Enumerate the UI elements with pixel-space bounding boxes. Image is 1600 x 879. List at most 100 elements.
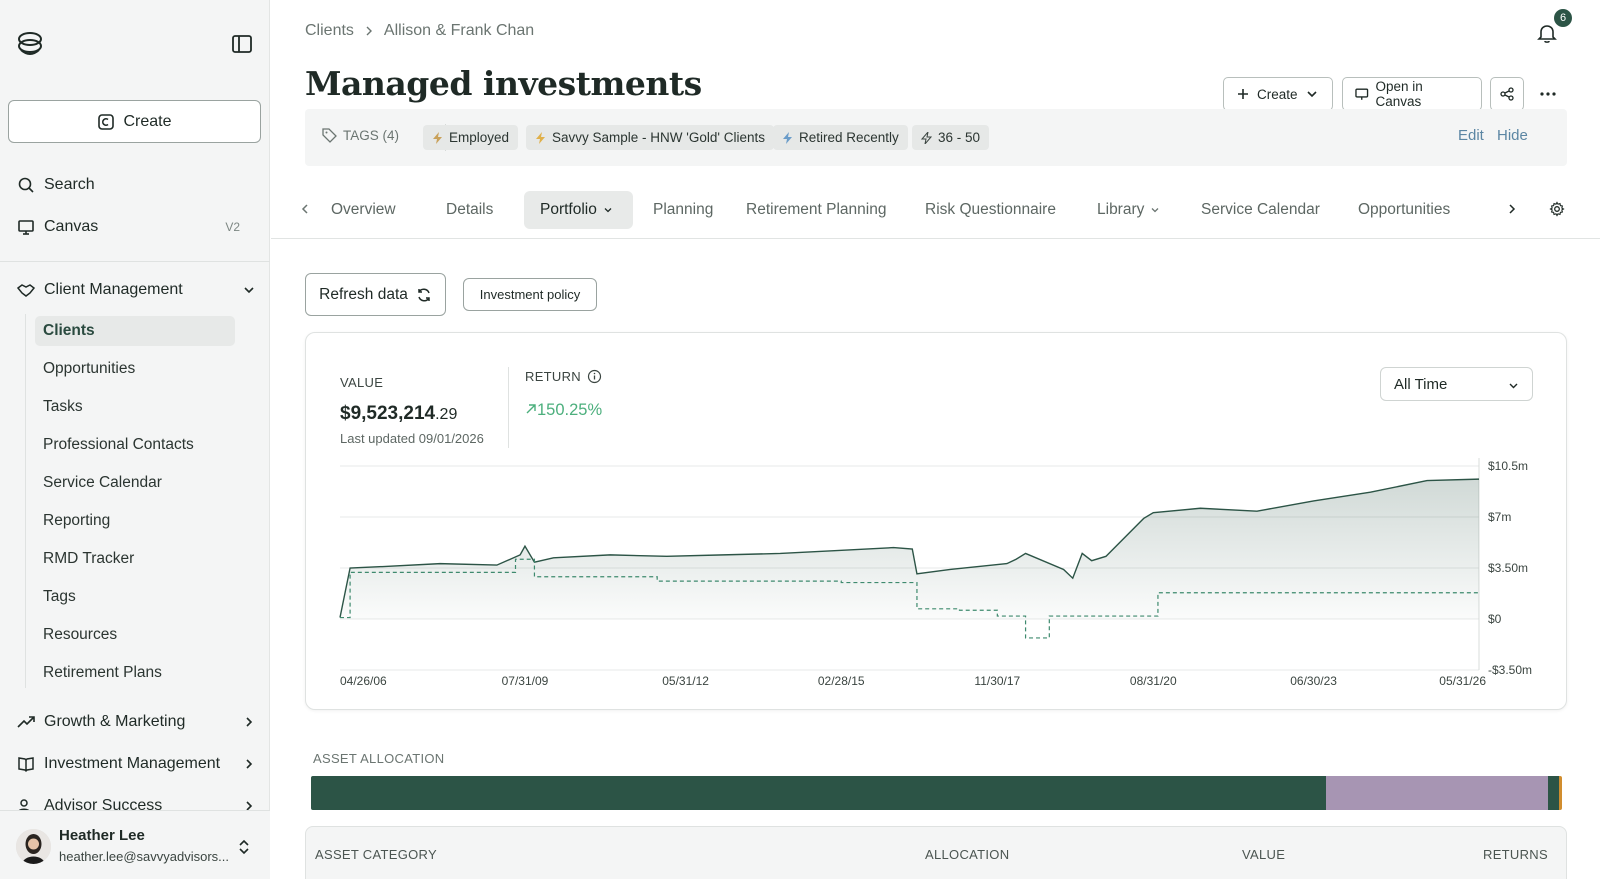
- tab-opportunities[interactable]: Opportunities: [1342, 191, 1466, 229]
- y-tick-label: -$3.50m: [1488, 663, 1532, 677]
- tag-age-range[interactable]: 36 - 50: [912, 125, 990, 150]
- version-badge: V2: [225, 220, 240, 234]
- asset-table: ASSET CATEGORY ALLOCATION VALUE RETURNS: [305, 826, 1567, 879]
- tab-risk-questionnaire[interactable]: Risk Questionnaire: [909, 191, 1072, 229]
- more-options-icon[interactable]: [1539, 86, 1557, 102]
- column-header-allocation[interactable]: ALLOCATION: [925, 847, 1009, 862]
- breadcrumb-client-name[interactable]: Allison & Frank Chan: [384, 22, 534, 40]
- bell-icon[interactable]: [1536, 22, 1558, 44]
- tab-portfolio[interactable]: Portfolio: [524, 191, 633, 229]
- allocation-segment[interactable]: [311, 776, 1326, 810]
- create-button[interactable]: Create: [1223, 77, 1333, 111]
- sidebar-item-clients[interactable]: Clients: [35, 316, 235, 346]
- sidebar-item-resources[interactable]: Resources: [35, 620, 235, 650]
- tag-employed[interactable]: Employed: [423, 125, 519, 150]
- sidebar-toggle-icon[interactable]: [231, 33, 253, 55]
- y-tick-label: $7m: [1488, 510, 1511, 524]
- tab-library[interactable]: Library: [1081, 191, 1176, 229]
- tags-label: TAGS (4): [322, 128, 399, 143]
- tag-label: Savvy Sample - HNW 'Gold' Clients: [552, 130, 765, 145]
- sidebar-item-reporting[interactable]: Reporting: [35, 506, 235, 536]
- column-header-value[interactable]: VALUE: [1242, 847, 1285, 862]
- section-client-management[interactable]: Client Management: [17, 273, 257, 307]
- avatar: [16, 829, 51, 864]
- sidebar-divider: [0, 261, 270, 262]
- tabs-scroll-right-icon[interactable]: [1505, 202, 1519, 216]
- sidebar-create-button[interactable]: Create: [8, 100, 261, 143]
- open-in-canvas-button[interactable]: Open in Canvas: [1342, 77, 1482, 111]
- tab-retirement-planning[interactable]: Retirement Planning: [730, 191, 902, 229]
- tabs-scroll-left-icon[interactable]: [298, 202, 312, 216]
- sidebar-item-professional-contacts[interactable]: Professional Contacts: [35, 430, 235, 460]
- user-email: heather.lee@savvyadvisors...: [59, 849, 230, 864]
- section-growth-marketing[interactable]: Growth & Marketing: [17, 705, 257, 739]
- user-profile[interactable]: Heather Lee heather.lee@savvyadvisors...: [0, 810, 270, 879]
- sidebar-item-label: Search: [44, 176, 95, 193]
- refresh-data-label: Refresh data: [319, 285, 408, 303]
- tab-planning[interactable]: Planning: [637, 191, 729, 229]
- page-title: Managed investments: [305, 64, 702, 103]
- sidebar-item-label: Canvas: [44, 218, 99, 235]
- y-tick-label: $3.50m: [1488, 561, 1528, 575]
- sidebar-item-tasks[interactable]: Tasks: [35, 392, 235, 422]
- x-tick-label: 06/30/23: [1290, 674, 1337, 688]
- sidebar-item-opportunities[interactable]: Opportunities: [35, 354, 235, 384]
- chevron-up-down-icon[interactable]: [236, 838, 252, 856]
- tab-label: Portfolio: [540, 201, 597, 218]
- chevron-right-icon: [366, 26, 372, 36]
- chevron-down-icon: [1306, 91, 1317, 98]
- y-tick-label: $10.5m: [1488, 459, 1528, 473]
- user-name: Heather Lee: [59, 827, 145, 844]
- section-investment-management[interactable]: Investment Management: [17, 747, 257, 781]
- sidebar-item-canvas[interactable]: Canvas V2: [17, 210, 257, 244]
- x-tick-label: 08/31/20: [1130, 674, 1177, 688]
- x-tick-label: 04/26/06: [340, 674, 387, 688]
- section-label: Growth & Marketing: [44, 713, 186, 730]
- create-icon: [98, 113, 115, 130]
- tags-hide-link[interactable]: Hide: [1497, 127, 1528, 144]
- tags-edit-link[interactable]: Edit: [1458, 127, 1484, 144]
- sidebar-item-retirement-plans[interactable]: Retirement Plans: [35, 658, 235, 688]
- allocation-segment[interactable]: [1548, 776, 1560, 810]
- canvas-icon: [1355, 88, 1369, 100]
- tags-count: TAGS (4): [343, 128, 400, 143]
- app-logo-icon[interactable]: [15, 30, 45, 60]
- y-tick-label: $0: [1488, 612, 1502, 626]
- tag-savvy-sample[interactable]: Savvy Sample - HNW 'Gold' Clients: [526, 125, 774, 150]
- book-icon: [18, 757, 34, 773]
- breadcrumb-clients[interactable]: Clients: [305, 22, 354, 40]
- main-content: Clients Allison & Frank Chan 6 Managed i…: [271, 0, 1600, 879]
- tab-service-calendar[interactable]: Service Calendar: [1185, 191, 1336, 229]
- x-tick-label: 07/31/09: [502, 674, 549, 688]
- tag-retired-recently[interactable]: Retired Recently: [773, 125, 908, 150]
- asset-allocation-label: ASSET ALLOCATION: [313, 751, 445, 766]
- x-tick-label: 05/31/12: [662, 674, 709, 688]
- sidebar-item-rmd-tracker[interactable]: RMD Tracker: [35, 544, 235, 574]
- bolt-icon: [783, 131, 792, 144]
- column-header-returns[interactable]: RETURNS: [1483, 847, 1548, 862]
- chevron-down-icon: [244, 287, 254, 294]
- bolt-icon: [536, 131, 545, 144]
- submenu-guide: [25, 314, 26, 688]
- sidebar-item-service-calendar[interactable]: Service Calendar: [35, 468, 235, 498]
- tab-overview[interactable]: Overview: [315, 191, 412, 229]
- tab-details[interactable]: Details: [430, 191, 509, 229]
- sidebar-item-tags[interactable]: Tags: [35, 582, 235, 612]
- open-in-canvas-label: Open in Canvas: [1375, 79, 1423, 109]
- portfolio-value-chart: $10.5m $7m $3.50m $0 -$3.50m 04/26/06 07/31/09…: [339, 458, 1532, 688]
- create-button-label: Create: [1257, 86, 1298, 102]
- x-tick-label: 11/30/17: [974, 674, 1020, 688]
- allocation-segment[interactable]: [1559, 776, 1562, 810]
- plus-icon: [1238, 89, 1248, 99]
- gear-icon[interactable]: [1549, 201, 1565, 217]
- column-header-asset-category[interactable]: ASSET CATEGORY: [315, 847, 437, 862]
- refresh-data-button[interactable]: Refresh data: [305, 273, 446, 316]
- trend-icon: [17, 716, 35, 728]
- sidebar-item-search[interactable]: Search: [17, 168, 95, 202]
- x-tick-label: 05/31/26: [1439, 674, 1486, 688]
- allocation-segment[interactable]: [1325, 776, 1549, 810]
- share-button[interactable]: [1490, 77, 1524, 111]
- canvas-icon: [18, 220, 34, 235]
- tag-label: Employed: [449, 130, 510, 145]
- investment-policy-button[interactable]: Investment policy: [463, 278, 597, 311]
